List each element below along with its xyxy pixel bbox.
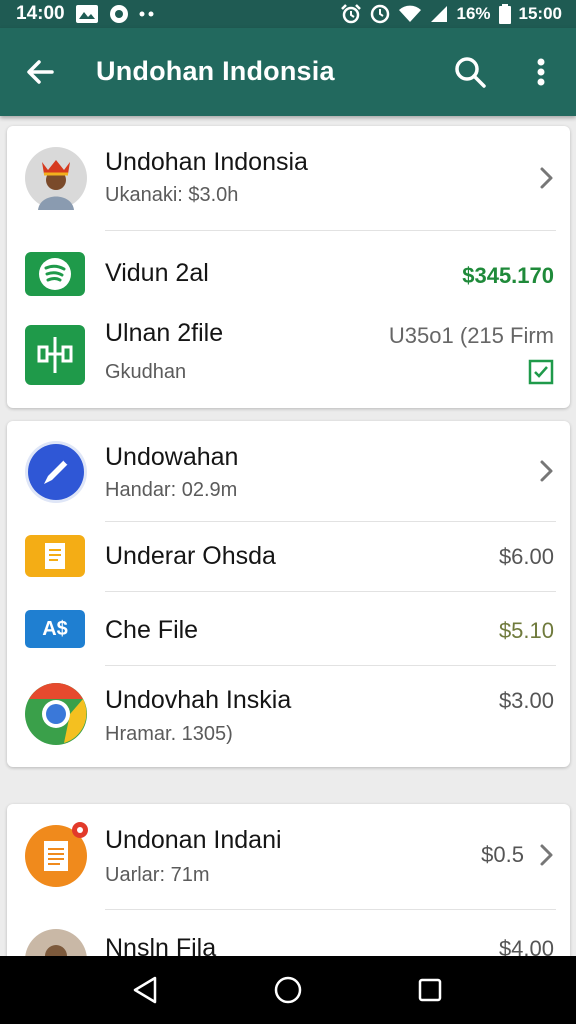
- edit-pen-icon: [24, 440, 88, 504]
- notes-icon: [25, 535, 85, 577]
- card-2: Undowahan Handar: 02.9m Underar Ohsda $6…: [7, 421, 570, 767]
- file-notification-icon: [24, 822, 92, 888]
- item-title: Vidun 2al: [105, 259, 209, 287]
- spotify-icon: [25, 252, 85, 296]
- item-amount: $0.5: [481, 842, 524, 867]
- status-time-right: 15:00: [518, 4, 562, 23]
- list-item[interactable]: Underar Ohsda $6.00: [7, 522, 570, 591]
- gallery-notification-icon: [75, 4, 99, 24]
- item-subtitle: Uarlar: 71m: [105, 864, 210, 886]
- chevron-right-icon[interactable]: [536, 165, 556, 191]
- nav-recents-icon[interactable]: [410, 970, 450, 1010]
- nav-back-icon[interactable]: [125, 970, 165, 1010]
- app-notification-icon: [109, 4, 129, 24]
- item-title: Underar Ohsda: [105, 542, 276, 570]
- translate-icon: A$: [25, 610, 85, 648]
- item-subtitle: Ukanaki: $3.0h: [105, 184, 239, 206]
- alarm-icon: [340, 4, 362, 24]
- item-amount: $345.170: [462, 263, 554, 288]
- avatar-king-icon: [24, 146, 88, 210]
- item-amount: $6.00: [498, 544, 554, 569]
- arrow-back-icon[interactable]: [22, 54, 58, 90]
- card-1: Undohan Indonsia Ukanaki: $3.0h Vidun 2a…: [7, 126, 570, 408]
- item-title: Undohan Indonsia: [105, 148, 308, 176]
- clock-icon: [370, 4, 390, 24]
- item-amount: U35o1 (215 Firm: [388, 323, 554, 348]
- more-notifications-icon: [139, 10, 155, 18]
- translate-icon-text: A$: [42, 617, 68, 640]
- list-item[interactable]: Vidun 2al $345.170: [7, 231, 570, 317]
- app-bar: Undohan Indonsia: [0, 28, 576, 116]
- item-title: Undovhah Inskia: [105, 686, 292, 714]
- signal-icon: [430, 5, 448, 23]
- chrome-icon: [24, 682, 88, 746]
- navigation-bar: [0, 956, 576, 1024]
- list-item[interactable]: Undowahan Handar: 02.9m: [7, 421, 570, 521]
- list-item[interactable]: Undohan Indonsia Ukanaki: $3.0h: [7, 126, 570, 230]
- item-title: Undonan Indani: [105, 826, 282, 854]
- chevron-right-icon[interactable]: [536, 458, 556, 484]
- item-subtitle: Hramar. 1305): [105, 723, 233, 745]
- list-item[interactable]: Ulnan 2file Gkudhan U35o1 (215 Firm: [7, 317, 570, 408]
- item-title: Undowahan: [105, 443, 239, 471]
- item-subtitle: Gkudhan: [105, 361, 187, 383]
- more-vert-icon[interactable]: [526, 54, 556, 90]
- nav-home-icon[interactable]: [268, 970, 308, 1010]
- item-amount: $3.00: [498, 688, 554, 713]
- item-subtitle: Handar: 02.9m: [105, 479, 238, 501]
- item-title: Ulnan 2file: [105, 319, 224, 347]
- item-amount: $5.10: [498, 618, 554, 643]
- battery-icon: [498, 4, 511, 24]
- item-title: Che File: [105, 616, 199, 644]
- checkbox-checked-icon[interactable]: [528, 359, 554, 385]
- search-icon[interactable]: [452, 54, 488, 90]
- card-3: Undonan Indani Uarlar: 71m $0.5 Nnsln Fi…: [7, 804, 570, 974]
- status-time-left: 14:00: [16, 3, 65, 24]
- wifi-icon: [398, 5, 422, 23]
- chevron-right-icon[interactable]: [536, 842, 556, 868]
- list-item[interactable]: Undonan Indani Uarlar: 71m $0.5: [7, 804, 570, 909]
- page-title: Undohan Indonsia: [96, 56, 335, 86]
- battery-percent: 16%: [456, 4, 491, 23]
- status-bar: 14:00 16% 15:00: [0, 0, 576, 28]
- list-item[interactable]: Undovhah Inskia Hramar. 1305) $3.00: [7, 666, 570, 767]
- document-app-icon: [25, 325, 85, 385]
- list-item[interactable]: A$ Che File $5.10: [7, 592, 570, 665]
